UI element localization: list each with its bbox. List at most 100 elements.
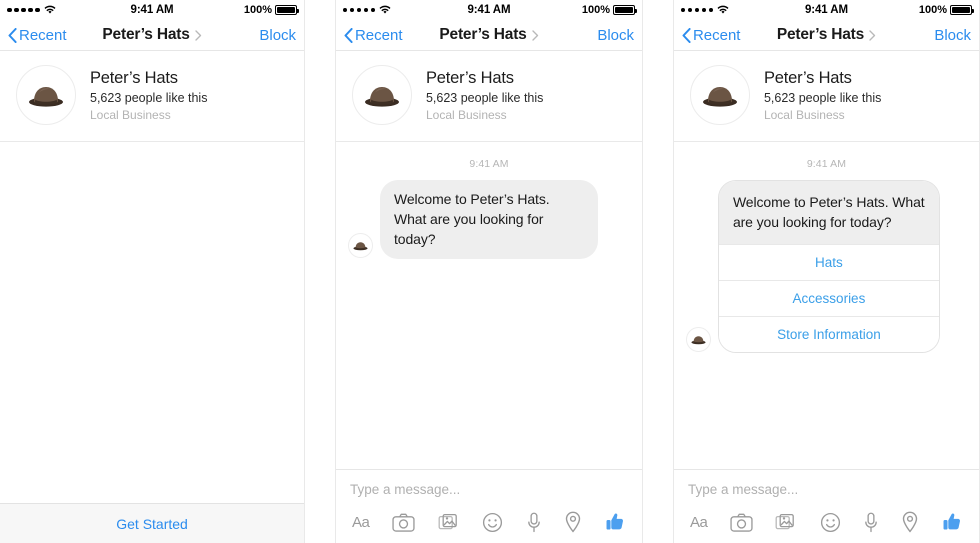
- panel-gap-2: [643, 0, 673, 543]
- profile-text-group: Peter’s Hats 5,623 people like this Loca…: [426, 69, 543, 122]
- battery-full-icon: [275, 5, 300, 15]
- panel-gap-1: [305, 0, 335, 543]
- microphone-icon[interactable]: [526, 512, 542, 533]
- profile-likes-count: 5,623 people like this: [763, 90, 882, 105]
- profile-name: Peter’s Hats: [90, 68, 178, 87]
- bot-message-bubble: Welcome to Peter’s Hats. What are you lo…: [379, 180, 598, 260]
- bowler-hat-avatar: [351, 65, 412, 125]
- battery-percent-label: 100%: [918, 4, 947, 16]
- block-button[interactable]: Block: [259, 27, 296, 44]
- back-label: Recent: [354, 26, 403, 44]
- navigation-bar: Recent Peter’s Hats Block: [0, 20, 305, 51]
- profile-likes-count: 5,623 people like this: [425, 90, 544, 105]
- composer-icon-row: Aa: [688, 511, 965, 533]
- profile-category: Local Business: [763, 107, 845, 122]
- message-composer: Type a message... Aa: [335, 469, 643, 543]
- quick-reply-store-information[interactable]: Store Information: [718, 316, 939, 353]
- battery-full-icon: [613, 5, 638, 15]
- battery-percent-label: 100%: [243, 4, 273, 16]
- status-bar-right: 100%: [581, 4, 638, 16]
- signal-strength-dots: [7, 7, 40, 13]
- photo-gallery-icon[interactable]: [775, 512, 797, 532]
- back-label: Recent: [19, 26, 67, 44]
- location-pin-icon[interactable]: [564, 511, 582, 533]
- wifi-icon: [44, 5, 56, 15]
- message-input[interactable]: Type a message...: [688, 482, 965, 511]
- navigation-bar: Recent Peter’s Hats Block: [673, 20, 979, 51]
- text-format-icon[interactable]: Aa: [352, 514, 370, 531]
- signal-strength-dots: [342, 7, 376, 13]
- message-row-with-quick-replies: Welcome to Peter’s Hats. What are you lo…: [674, 180, 979, 354]
- phone-screen-3: 9:41 AM 100% Recent Peter’s Hats Block P…: [672, 0, 980, 543]
- microphone-icon[interactable]: [863, 512, 879, 533]
- page-title: Peter’s Hats: [102, 26, 190, 43]
- emoji-smiley-icon[interactable]: [482, 512, 503, 533]
- battery-full-icon: [950, 5, 974, 15]
- bowler-hat-mini-avatar: [347, 233, 373, 259]
- message-composer: Type a message... Aa: [673, 469, 979, 543]
- text-format-icon[interactable]: Aa: [690, 514, 708, 531]
- chevron-left-icon: [682, 27, 691, 43]
- message-input[interactable]: Type a message...: [350, 482, 628, 511]
- message-row: Welcome to Peter’s Hats. What are you lo…: [336, 180, 642, 260]
- profile-name: Peter’s Hats: [763, 68, 852, 87]
- screenshot-root: 9:41 AM 100% Recent Peter’s Hats Block P…: [0, 0, 980, 543]
- chevron-left-icon: [8, 27, 17, 43]
- quick-reply-hats[interactable]: Hats: [718, 244, 939, 281]
- page-title: Peter’s Hats: [439, 26, 527, 43]
- thumbs-up-icon[interactable]: [605, 511, 626, 533]
- chevron-left-icon: [344, 27, 353, 43]
- back-to-recent-button[interactable]: Recent: [682, 26, 741, 44]
- status-bar: 9:41 AM 100%: [0, 0, 305, 20]
- chevron-right-icon: [531, 29, 539, 41]
- navigation-bar: Recent Peter’s Hats Block: [335, 20, 643, 51]
- chevron-right-icon: [869, 29, 876, 41]
- profile-header: Peter’s Hats 5,623 people like this Loca…: [335, 51, 643, 142]
- bot-message-bubble: Welcome to Peter’s Hats. What are you lo…: [718, 181, 939, 245]
- phone-screen-2: 9:41 AM 100% Recent Peter’s Hats Block P…: [334, 0, 644, 543]
- conversation-area-empty: [0, 142, 305, 503]
- block-button[interactable]: Block: [597, 27, 634, 44]
- profile-category: Local Business: [90, 107, 171, 122]
- status-bar-left: [7, 5, 56, 15]
- emoji-smiley-icon[interactable]: [820, 512, 841, 533]
- status-bar-right: 100%: [243, 4, 300, 16]
- thumbs-up-icon[interactable]: [942, 511, 963, 533]
- composer-icon-row: Aa: [350, 511, 628, 533]
- profile-text-group: Peter’s Hats 5,623 people like this Loca…: [764, 69, 881, 122]
- bowler-hat-avatar: [689, 65, 750, 125]
- camera-icon[interactable]: [392, 513, 415, 532]
- block-button[interactable]: Block: [934, 27, 971, 44]
- conversation-area: 9:41 AM Welcome to Peter’s Hats. What ar…: [673, 142, 979, 469]
- back-to-recent-button[interactable]: Recent: [344, 27, 403, 44]
- message-timestamp: 9:41 AM: [469, 158, 509, 170]
- bowler-hat-mini-avatar: [685, 327, 711, 353]
- status-bar-left: [342, 5, 392, 15]
- back-to-recent-button[interactable]: Recent: [8, 27, 67, 44]
- location-pin-icon[interactable]: [901, 511, 919, 533]
- camera-icon[interactable]: [730, 513, 753, 532]
- page-title: Peter’s Hats: [776, 26, 865, 43]
- profile-category: Local Business: [425, 107, 507, 122]
- wifi-icon: [717, 5, 729, 15]
- message-timestamp: 9:41 AM: [806, 158, 847, 170]
- profile-likes-count: 5,623 people like this: [90, 90, 208, 105]
- status-bar: 9:41 AM 100%: [335, 0, 643, 20]
- quick-reply-card: Welcome to Peter’s Hats. What are you lo…: [717, 180, 940, 354]
- conversation-area: 9:41 AM Welcome to Peter’s Hats. What ar…: [335, 142, 643, 469]
- quick-reply-accessories[interactable]: Accessories: [718, 280, 939, 317]
- battery-percent-label: 100%: [581, 4, 611, 16]
- profile-header: Peter’s Hats 5,623 people like this Loca…: [673, 51, 979, 142]
- status-bar: 9:41 AM 100%: [673, 0, 979, 20]
- photo-gallery-icon[interactable]: [438, 512, 460, 532]
- phone-screen-1: 9:41 AM 100% Recent Peter’s Hats Block P…: [0, 0, 306, 543]
- signal-strength-dots: [680, 7, 714, 13]
- profile-name: Peter’s Hats: [425, 68, 514, 87]
- profile-header: Peter’s Hats 5,623 people like this Loca…: [0, 51, 305, 142]
- back-label: Recent: [692, 26, 741, 44]
- profile-text-group: Peter’s Hats 5,623 people like this Loca…: [90, 69, 207, 122]
- get-started-button[interactable]: Get Started: [0, 503, 305, 543]
- wifi-icon: [379, 5, 391, 15]
- status-bar-left: [680, 5, 730, 15]
- chevron-right-icon: [194, 29, 202, 41]
